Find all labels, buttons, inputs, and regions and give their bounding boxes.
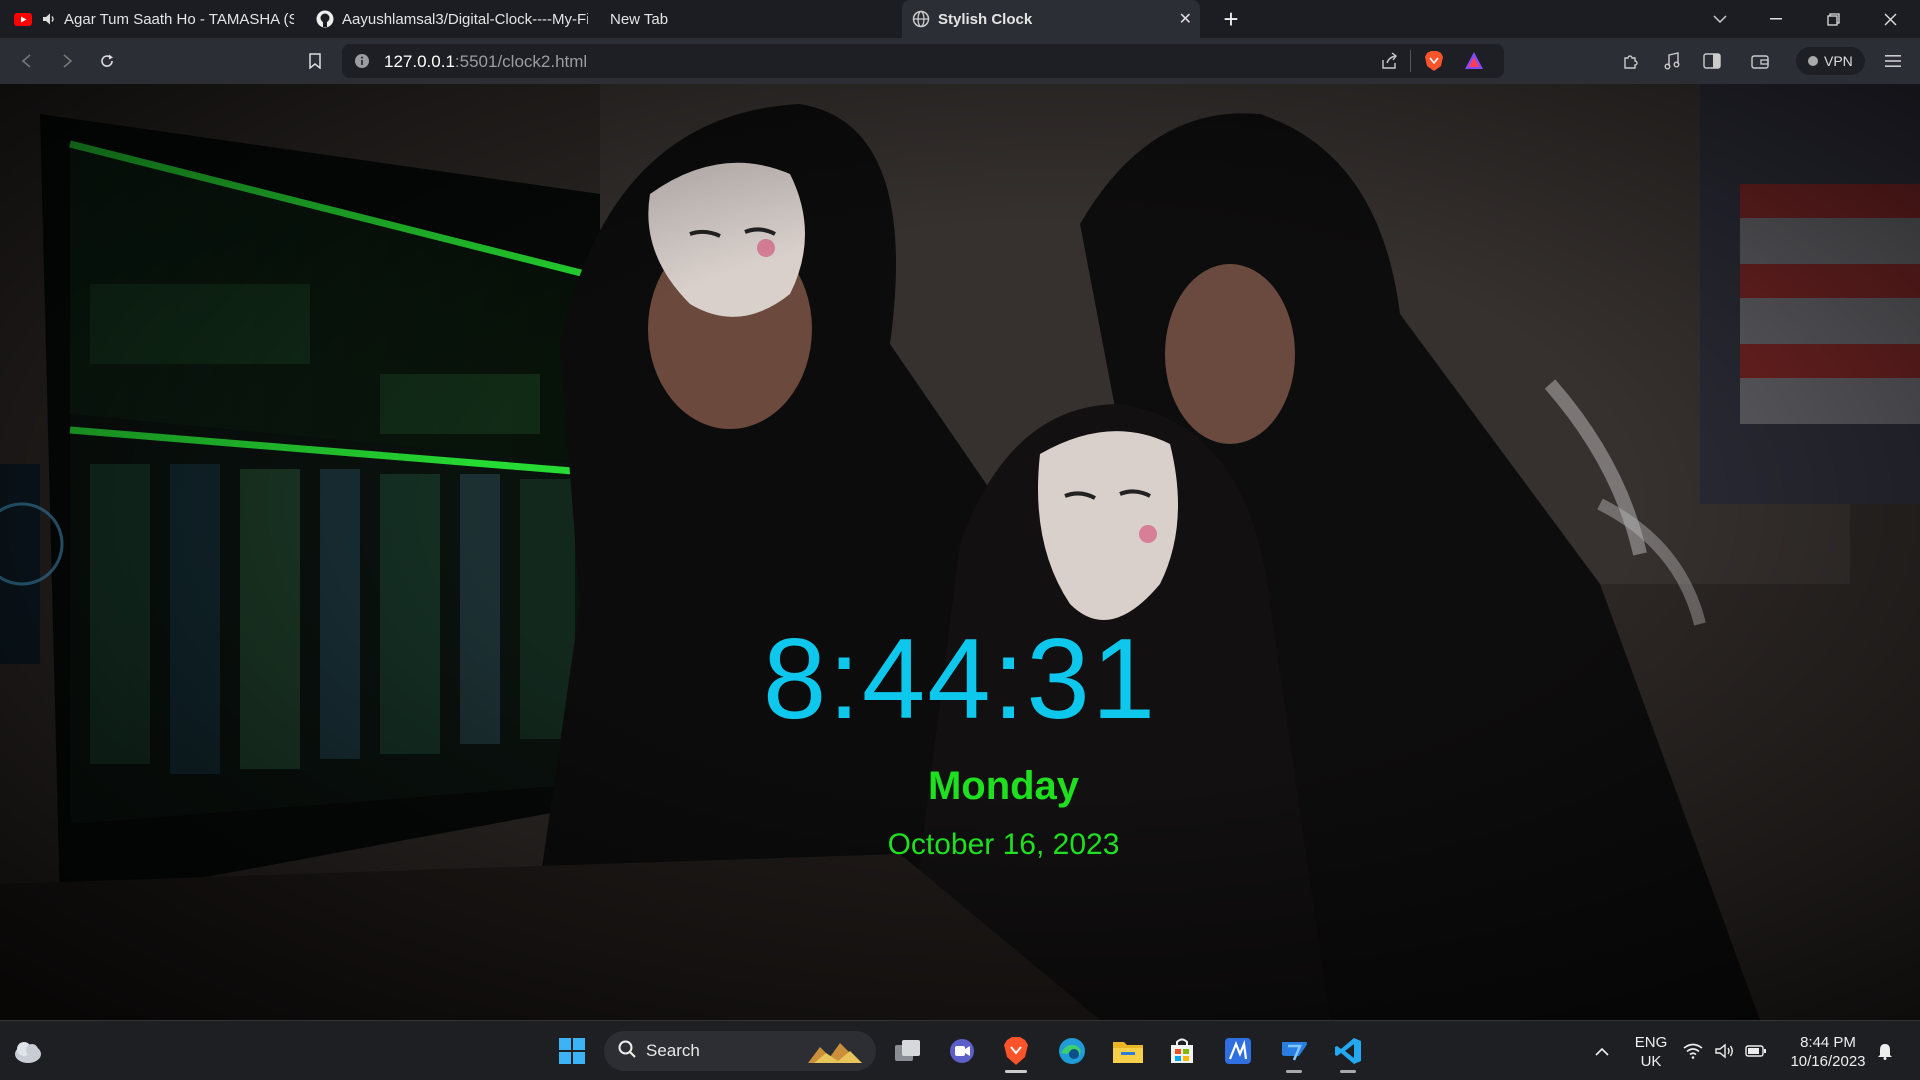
divider	[1410, 50, 1411, 72]
show-hidden-icons-chevron-icon[interactable]	[1584, 1033, 1620, 1069]
brave-rewards-icon[interactable]	[1464, 51, 1484, 75]
system-clock[interactable]: 8:44 PM 10/16/2023	[1780, 1033, 1876, 1071]
extensions-icon[interactable]	[1616, 46, 1646, 76]
start-button[interactable]	[554, 1033, 590, 1069]
browser-toolbar: 127.0.0.1:5501/clock2.html VPN	[0, 38, 1920, 84]
youtube-icon	[14, 10, 32, 28]
notification-bell-icon[interactable]	[1870, 1033, 1900, 1069]
vscode-icon[interactable]	[1330, 1033, 1366, 1073]
teams-chat-icon[interactable]	[944, 1033, 980, 1069]
language-code: ENG	[1634, 1034, 1668, 1051]
input-language[interactable]: ENG UK	[1628, 1033, 1674, 1071]
search-label: Search	[646, 1041, 700, 1060]
running-indicator	[1340, 1070, 1356, 1073]
tab-search-chevron-icon[interactable]	[1692, 0, 1748, 38]
reload-button[interactable]	[92, 46, 122, 76]
address-bar[interactable]: 127.0.0.1:5501/clock2.html	[342, 44, 1504, 78]
bookmark-icon[interactable]	[300, 46, 330, 76]
taskbar: Search ENG UK 8:44 PM 10/16/2023	[0, 1020, 1920, 1080]
tab-github[interactable]: Aayushlamsal3/Digital-Clock----My-Fi	[306, 0, 598, 38]
tab-strip: Agar Tum Saath Ho - TAMASHA (S Aayushlam…	[0, 0, 1920, 38]
volume-icon[interactable]	[1712, 1033, 1738, 1069]
keyboard-layout: UK	[1640, 1053, 1662, 1070]
search-highlight-icon	[806, 1039, 864, 1070]
clock-time: 8:44:31	[762, 616, 1158, 743]
battery-icon[interactable]	[1742, 1033, 1770, 1069]
brave-shields-icon[interactable]	[1424, 50, 1444, 77]
site-info-icon[interactable]	[354, 53, 370, 74]
search-icon	[618, 1040, 636, 1063]
forward-button[interactable]	[52, 46, 82, 76]
url-host: 127.0.0.1	[384, 52, 455, 71]
page-viewport: 8:44:31 Monday October 16, 2023	[0, 84, 1920, 1020]
file-explorer-icon[interactable]	[1110, 1033, 1146, 1069]
sidebar-icon[interactable]	[1697, 46, 1727, 76]
wifi-icon[interactable]	[1680, 1033, 1706, 1069]
speaker-icon[interactable]	[40, 10, 58, 28]
system-date: 10/16/2023	[1790, 1053, 1866, 1070]
running-indicator	[1286, 1070, 1302, 1073]
vpn-label: VPN	[1824, 53, 1853, 69]
tab-youtube[interactable]: Agar Tum Saath Ho - TAMASHA (S	[4, 0, 304, 38]
vpn-status-icon	[1808, 56, 1818, 66]
weather-widget-icon[interactable]	[10, 1033, 46, 1069]
menu-icon[interactable]	[1878, 46, 1908, 76]
microsoft-store-icon[interactable]	[1164, 1033, 1200, 1069]
brave-browser-icon[interactable]	[998, 1033, 1034, 1073]
clock-day: Monday	[927, 764, 1080, 808]
vpn-button[interactable]: VPN	[1796, 47, 1865, 75]
github-icon	[316, 10, 334, 28]
task-view-icon[interactable]	[890, 1033, 926, 1069]
globe-icon	[912, 10, 930, 28]
tab-new-tab[interactable]: New Tab	[600, 0, 900, 38]
taskbar-search[interactable]: Search	[604, 1031, 876, 1071]
url-text: 127.0.0.1:5501/clock2.html	[384, 52, 587, 72]
back-button[interactable]	[12, 46, 42, 76]
minimize-button[interactable]	[1748, 0, 1804, 38]
mathpix-icon[interactable]	[1220, 1033, 1256, 1069]
url-path: :5501/clock2.html	[454, 52, 588, 71]
tab-title: Aayushlamsal3/Digital-Clock----My-Fi	[342, 10, 588, 28]
tab-title: Stylish Clock	[938, 10, 1033, 28]
digital-clock: 8:44:31 Monday October 16, 2023	[0, 84, 1920, 1020]
clock-date: October 16, 2023	[887, 828, 1120, 861]
active-indicator	[1005, 1070, 1027, 1073]
new-tab-button[interactable]: +	[1216, 4, 1246, 34]
system-time: 8:44 PM	[1800, 1034, 1856, 1051]
media-icon[interactable]	[1657, 46, 1687, 76]
restore-button[interactable]	[1805, 0, 1861, 38]
edge-icon[interactable]	[1054, 1033, 1090, 1069]
close-window-button[interactable]	[1862, 0, 1918, 38]
remote-desktop-icon[interactable]	[1276, 1033, 1312, 1073]
share-icon[interactable]	[1380, 52, 1398, 75]
tab-title: Agar Tum Saath Ho - TAMASHA (S	[64, 10, 294, 28]
tab-stylish-clock[interactable]: Stylish Clock ✕	[902, 0, 1200, 38]
wallet-icon[interactable]	[1745, 46, 1775, 76]
tab-title: New Tab	[610, 10, 669, 28]
close-tab-icon[interactable]: ✕	[1179, 9, 1192, 29]
